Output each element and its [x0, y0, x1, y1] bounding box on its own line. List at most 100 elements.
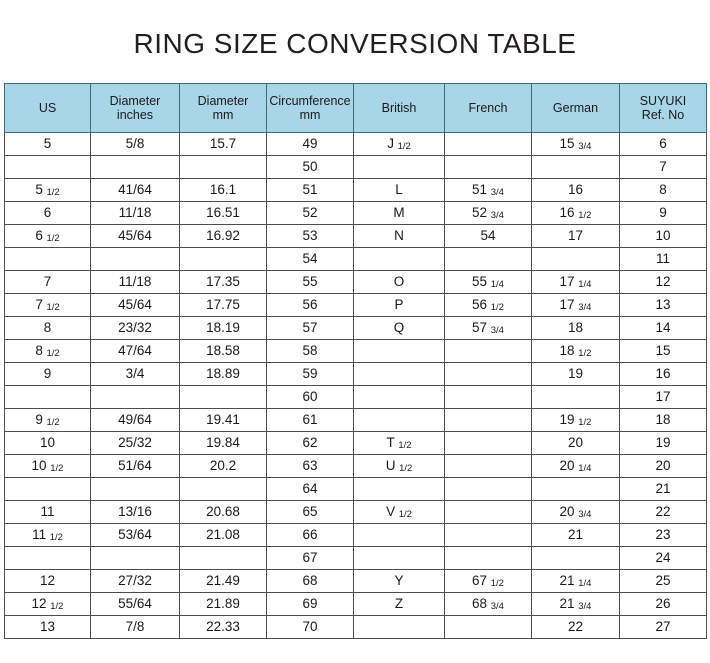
cell-french: [444, 431, 532, 455]
column-header-line: Circumference: [269, 93, 351, 108]
table-row: 9 3/4 18.89 59 19 16: [4, 362, 707, 386]
column-header-line: British: [381, 100, 417, 115]
cell-circumference: 53: [266, 224, 354, 248]
cell-suyuki: 8: [619, 178, 707, 202]
column-header-french: French: [444, 83, 532, 133]
cell-german: 20: [531, 431, 620, 455]
table-row: 12 27/32 21.49 68 Y 67 1/2 21 1/4 25: [4, 569, 707, 593]
cell-british: [353, 615, 445, 639]
ring-size-conversion-page: RING SIZE CONVERSION TABLE US Diameter inc…: [0, 0, 710, 663]
cell-us: 6: [4, 201, 91, 225]
cell-diameter_mm: [179, 247, 267, 271]
ring-size-conversion-table: US Diameter inches Diameter mm Circumference m…: [4, 83, 707, 639]
cell-circumference: 67: [266, 546, 354, 570]
cell-german: 22: [531, 615, 620, 639]
cell-suyuki: 9: [619, 201, 707, 225]
cell-german: [531, 385, 620, 409]
cell-german: 15 3/4: [531, 132, 620, 156]
cell-french: [444, 454, 532, 478]
cell-circumference: 62: [266, 431, 354, 455]
cell-british: P: [353, 293, 445, 317]
cell-diameter_in: [90, 247, 180, 271]
cell-suyuki: 6: [619, 132, 707, 156]
cell-diameter_in: 45/64: [90, 293, 180, 317]
cell-diameter_mm: 21.08: [179, 523, 267, 547]
cell-diameter_in: 11/18: [90, 201, 180, 225]
cell-diameter_in: 23/32: [90, 316, 180, 340]
cell-diameter_mm: [179, 155, 267, 179]
cell-fraction: 3/4: [488, 325, 504, 337]
cell-us: 8 1/2: [4, 339, 91, 363]
column-header-line: German: [552, 100, 599, 115]
cell-british: [353, 362, 445, 386]
cell-diameter_mm: 21.49: [179, 569, 267, 593]
cell-fraction: 1/2: [43, 417, 60, 429]
cell-diameter_mm: 20.2: [179, 454, 267, 478]
cell-fraction: 3/4: [488, 187, 504, 199]
cell-british: [353, 155, 445, 179]
cell-german: 21 1/4: [531, 569, 620, 593]
cell-circumference: 60: [266, 385, 354, 409]
cell-us: 11: [4, 500, 91, 524]
cell-suyuki: 22: [619, 500, 707, 524]
cell-us: 12 1/2: [4, 592, 91, 616]
table-row: 11 13/16 20.68 65 V 1/2 20 3/4 22: [4, 500, 707, 524]
cell-fraction: 1/2: [488, 578, 504, 590]
cell-us: [4, 155, 91, 179]
cell-french: [444, 500, 532, 524]
cell-british: [353, 546, 445, 570]
cell-suyuki: 10: [619, 224, 707, 248]
cell-circumference: 58: [266, 339, 354, 363]
cell-circumference: 65: [266, 500, 354, 524]
column-header-line: mm: [299, 108, 321, 122]
cell-fraction: 1/2: [488, 302, 504, 314]
table-row: 64 21: [4, 477, 707, 501]
cell-french: 67 1/2: [444, 569, 532, 593]
cell-fraction: 1/2: [43, 302, 60, 314]
cell-french: 68 3/4: [444, 592, 532, 616]
cell-german: [531, 155, 620, 179]
column-header-line: Diameter: [109, 93, 161, 108]
cell-german: [531, 247, 620, 271]
cell-suyuki: 24: [619, 546, 707, 570]
table-row: 11 1/2 53/64 21.08 66 21 23: [4, 523, 707, 547]
cell-diameter_in: 45/64: [90, 224, 180, 248]
cell-us: 7 1/2: [4, 293, 91, 317]
column-header-diameter_in: Diameter inches: [90, 83, 180, 133]
cell-diameter_in: 47/64: [90, 339, 180, 363]
cell-diameter_in: 25/32: [90, 431, 180, 455]
cell-diameter_in: 55/64: [90, 592, 180, 616]
table-row: 10 25/32 19.84 62 T 1/2 20 19: [4, 431, 707, 455]
cell-circumference: 54: [266, 247, 354, 271]
cell-suyuki: 12: [619, 270, 707, 294]
cell-fraction: 1/2: [394, 141, 411, 153]
cell-diameter_in: 13/16: [90, 500, 180, 524]
cell-diameter_mm: 16.51: [179, 201, 267, 225]
column-header-line: Diameter: [197, 93, 249, 108]
cell-diameter_in: 27/32: [90, 569, 180, 593]
cell-french: 51 3/4: [444, 178, 532, 202]
cell-diameter_mm: [179, 477, 267, 501]
cell-german: [531, 546, 620, 570]
cell-diameter_mm: [179, 385, 267, 409]
cell-british: [353, 408, 445, 432]
cell-diameter_in: 3/4: [90, 362, 180, 386]
column-header-german: German: [531, 83, 620, 133]
cell-suyuki: 19: [619, 431, 707, 455]
cell-suyuki: 13: [619, 293, 707, 317]
cell-circumference: 64: [266, 477, 354, 501]
column-header-line: mm: [212, 108, 234, 122]
cell-diameter_mm: 22.33: [179, 615, 267, 639]
cell-german: 18 1/2: [531, 339, 620, 363]
table-row: 8 1/2 47/64 18.58 58 18 1/2 15: [4, 339, 707, 363]
table-body: 5 5/8 15.7 49 J 1/2 15 3/4 6 50 7 5 1/2 41/64 16.1 5…: [4, 132, 707, 639]
cell-british: [353, 339, 445, 363]
cell-british: M: [353, 201, 445, 225]
cell-british: Q: [353, 316, 445, 340]
cell-fraction: 3/4: [575, 302, 592, 314]
cell-us: [4, 477, 91, 501]
cell-british: N: [353, 224, 445, 248]
cell-us: [4, 546, 91, 570]
cell-fraction: 1/4: [575, 463, 592, 475]
cell-british: [353, 477, 445, 501]
